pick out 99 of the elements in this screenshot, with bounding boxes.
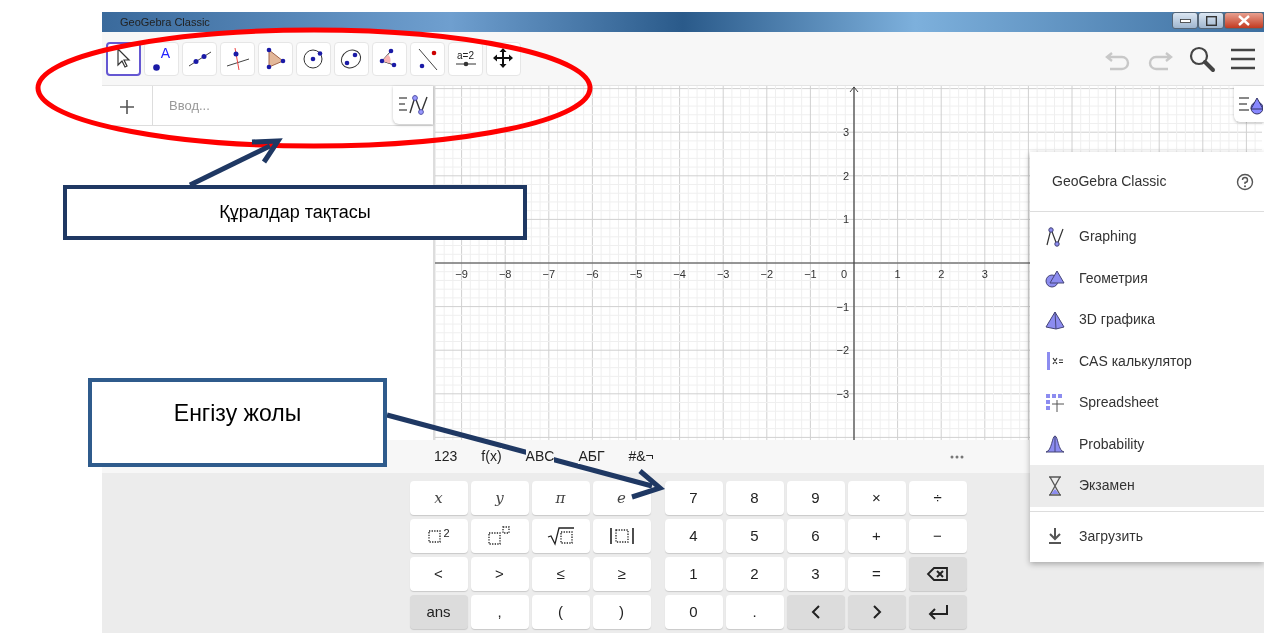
minimize-icon bbox=[1179, 18, 1191, 23]
axis-label: −2 bbox=[836, 344, 849, 357]
search-icon bbox=[1188, 44, 1216, 73]
keyboard-key[interactable]: 4 bbox=[664, 519, 723, 553]
plus-icon bbox=[120, 100, 134, 115]
keyboard-key[interactable]: − bbox=[908, 519, 967, 553]
keyboard-key[interactable]: 1 bbox=[664, 557, 723, 591]
perpendicular-line-icon bbox=[224, 45, 251, 72]
tool-button[interactable]: A bbox=[144, 41, 179, 76]
callout-label: Енгізу жолы bbox=[88, 378, 387, 467]
close-icon bbox=[1238, 15, 1250, 26]
maximize-button[interactable] bbox=[1198, 12, 1224, 29]
axis-label: 3 bbox=[981, 268, 988, 280]
search-button[interactable] bbox=[1188, 44, 1216, 73]
more-icon bbox=[950, 455, 964, 460]
menu-item[interactable]: Загрузить bbox=[1030, 515, 1264, 557]
help-icon bbox=[1236, 173, 1254, 192]
keyboard-key[interactable]: x bbox=[409, 481, 468, 515]
minimize-button[interactable] bbox=[1172, 12, 1198, 29]
keyboard-key[interactable]: 2 bbox=[725, 557, 784, 591]
keyboard-key[interactable]: ans bbox=[409, 595, 468, 629]
menu-item[interactable]: 3D графика bbox=[1030, 299, 1264, 341]
keyboard-key[interactable]: y bbox=[470, 481, 529, 515]
tool-button[interactable]: a=2 bbox=[448, 41, 483, 76]
menu-icon bbox=[1230, 46, 1256, 71]
axis-label: 2 bbox=[842, 169, 849, 182]
menu-item[interactable]: Геометрия bbox=[1030, 257, 1264, 299]
axis-label: −3 bbox=[716, 268, 730, 280]
keyboard-key[interactable]: . bbox=[725, 595, 784, 629]
point-icon bbox=[152, 63, 160, 71]
keyboard-key[interactable]: 3 bbox=[786, 557, 845, 591]
square-root-template-icon bbox=[546, 526, 575, 546]
help-button[interactable] bbox=[1236, 171, 1254, 192]
backspace-icon bbox=[925, 564, 950, 584]
axis-label: 1 bbox=[894, 268, 901, 280]
axis-label: −4 bbox=[673, 268, 686, 280]
menu-item[interactable]: Экзамен bbox=[1030, 465, 1264, 507]
axis-label: −7 bbox=[542, 268, 556, 280]
keyboard-tab[interactable]: АБГ bbox=[566, 446, 617, 467]
keyboard-key[interactable]: ≤ bbox=[531, 557, 590, 591]
axis-label: −3 bbox=[836, 387, 849, 400]
axis-label: −5 bbox=[629, 268, 643, 280]
keyboard-tab[interactable]: 123 bbox=[422, 446, 470, 467]
axis-label: −9 bbox=[455, 268, 468, 280]
keyboard-key[interactable]: , bbox=[470, 595, 529, 629]
menu-item[interactable]: Spreadsheet bbox=[1030, 382, 1264, 424]
keyboard-key[interactable]: 6 bbox=[786, 519, 845, 553]
axis-label: 3 bbox=[842, 126, 849, 139]
graph-curve-icon bbox=[397, 92, 429, 118]
keyboard-tab[interactable]: ABC bbox=[513, 446, 567, 467]
axis-label: −1 bbox=[836, 300, 849, 313]
axis-label: −8 bbox=[498, 268, 512, 280]
keyboard-tab[interactable]: #&¬ bbox=[616, 446, 666, 467]
algebra-view-button[interactable] bbox=[393, 86, 433, 124]
axis-label: −6 bbox=[586, 268, 599, 280]
keyboard-key[interactable]: 9 bbox=[786, 481, 845, 515]
graph-curve-icon bbox=[1044, 224, 1066, 249]
keyboard-key[interactable]: × bbox=[847, 481, 906, 515]
axis-label: −1 bbox=[804, 268, 817, 280]
style-bar-button[interactable] bbox=[1234, 86, 1264, 122]
keyboard-key[interactable] bbox=[908, 557, 967, 591]
point-label: A bbox=[160, 45, 171, 60]
keyboard-key[interactable]: 5 bbox=[725, 519, 784, 553]
slider-label: a=2 bbox=[457, 50, 474, 61]
axis-label: 0 bbox=[840, 268, 848, 280]
keyboard-key[interactable] bbox=[592, 519, 651, 553]
keyboard-tab[interactable]: f(x) bbox=[469, 446, 514, 467]
keyboard-key[interactable] bbox=[531, 519, 590, 553]
menu-item[interactable]: Probability bbox=[1030, 423, 1264, 465]
keyboard-key[interactable]: > bbox=[470, 557, 529, 591]
close-button[interactable] bbox=[1224, 12, 1264, 29]
keyboard-key[interactable] bbox=[908, 595, 967, 629]
power-template-icon bbox=[486, 526, 513, 546]
menu-item[interactable]: CAS калькулятор bbox=[1030, 340, 1264, 382]
callout-label: Құралдар тақтасы bbox=[63, 185, 527, 240]
keyboard-key[interactable]: = bbox=[847, 557, 906, 591]
keyboard-key[interactable]: ≥ bbox=[592, 557, 651, 591]
keyboard-key[interactable]: ÷ bbox=[908, 481, 967, 515]
axis-label: 2 bbox=[938, 268, 945, 280]
keyboard-key[interactable]: π bbox=[531, 481, 590, 515]
slider-icon bbox=[454, 61, 477, 67]
maximize-icon bbox=[1205, 15, 1217, 26]
keyboard-key[interactable]: 7 bbox=[664, 481, 723, 515]
menu-title: GeoGebra Classic bbox=[1052, 172, 1168, 191]
window-title: GeoGebra Classic bbox=[119, 15, 211, 30]
menu-button[interactable] bbox=[1230, 46, 1256, 71]
axis-label: −2 bbox=[760, 268, 774, 280]
keyboard-key[interactable]: + bbox=[847, 519, 906, 553]
keyboard-key[interactable]: 0 bbox=[664, 595, 723, 629]
keyboard-key[interactable]: ) bbox=[592, 595, 651, 629]
keyboard-key[interactable]: e bbox=[592, 481, 651, 515]
keyboard-key[interactable]: ( bbox=[531, 595, 590, 629]
axis-label: 1 bbox=[842, 213, 849, 226]
keyboard-key[interactable]: 2 bbox=[409, 519, 468, 553]
menu-item[interactable]: Graphing bbox=[1030, 216, 1264, 258]
exponent-label: 2 bbox=[443, 526, 450, 541]
keyboard-key[interactable]: 8 bbox=[725, 481, 784, 515]
absolute-value-template-icon bbox=[607, 526, 636, 546]
keyboard-key[interactable]: < bbox=[409, 557, 468, 591]
